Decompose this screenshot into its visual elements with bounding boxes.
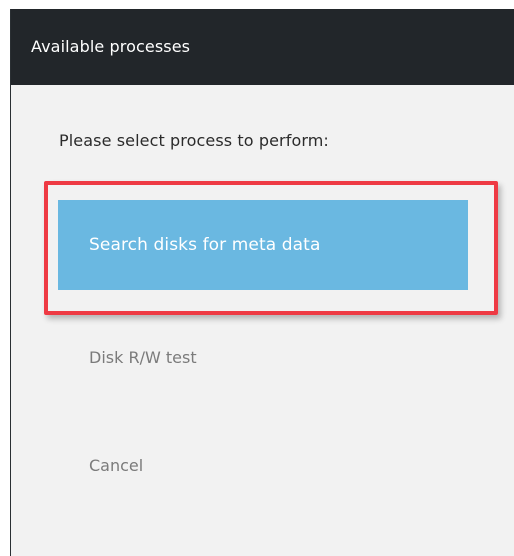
dialog-title: Available processes [11,9,514,85]
disk-rw-test-option[interactable]: Disk R/W test [58,328,468,388]
available-processes-dialog: Available processes Please select proces… [10,9,514,556]
cancel-option[interactable]: Cancel [58,436,468,496]
prompt-text: Please select process to perform: [59,131,329,150]
search-disks-option[interactable]: Search disks for meta data [58,200,468,290]
